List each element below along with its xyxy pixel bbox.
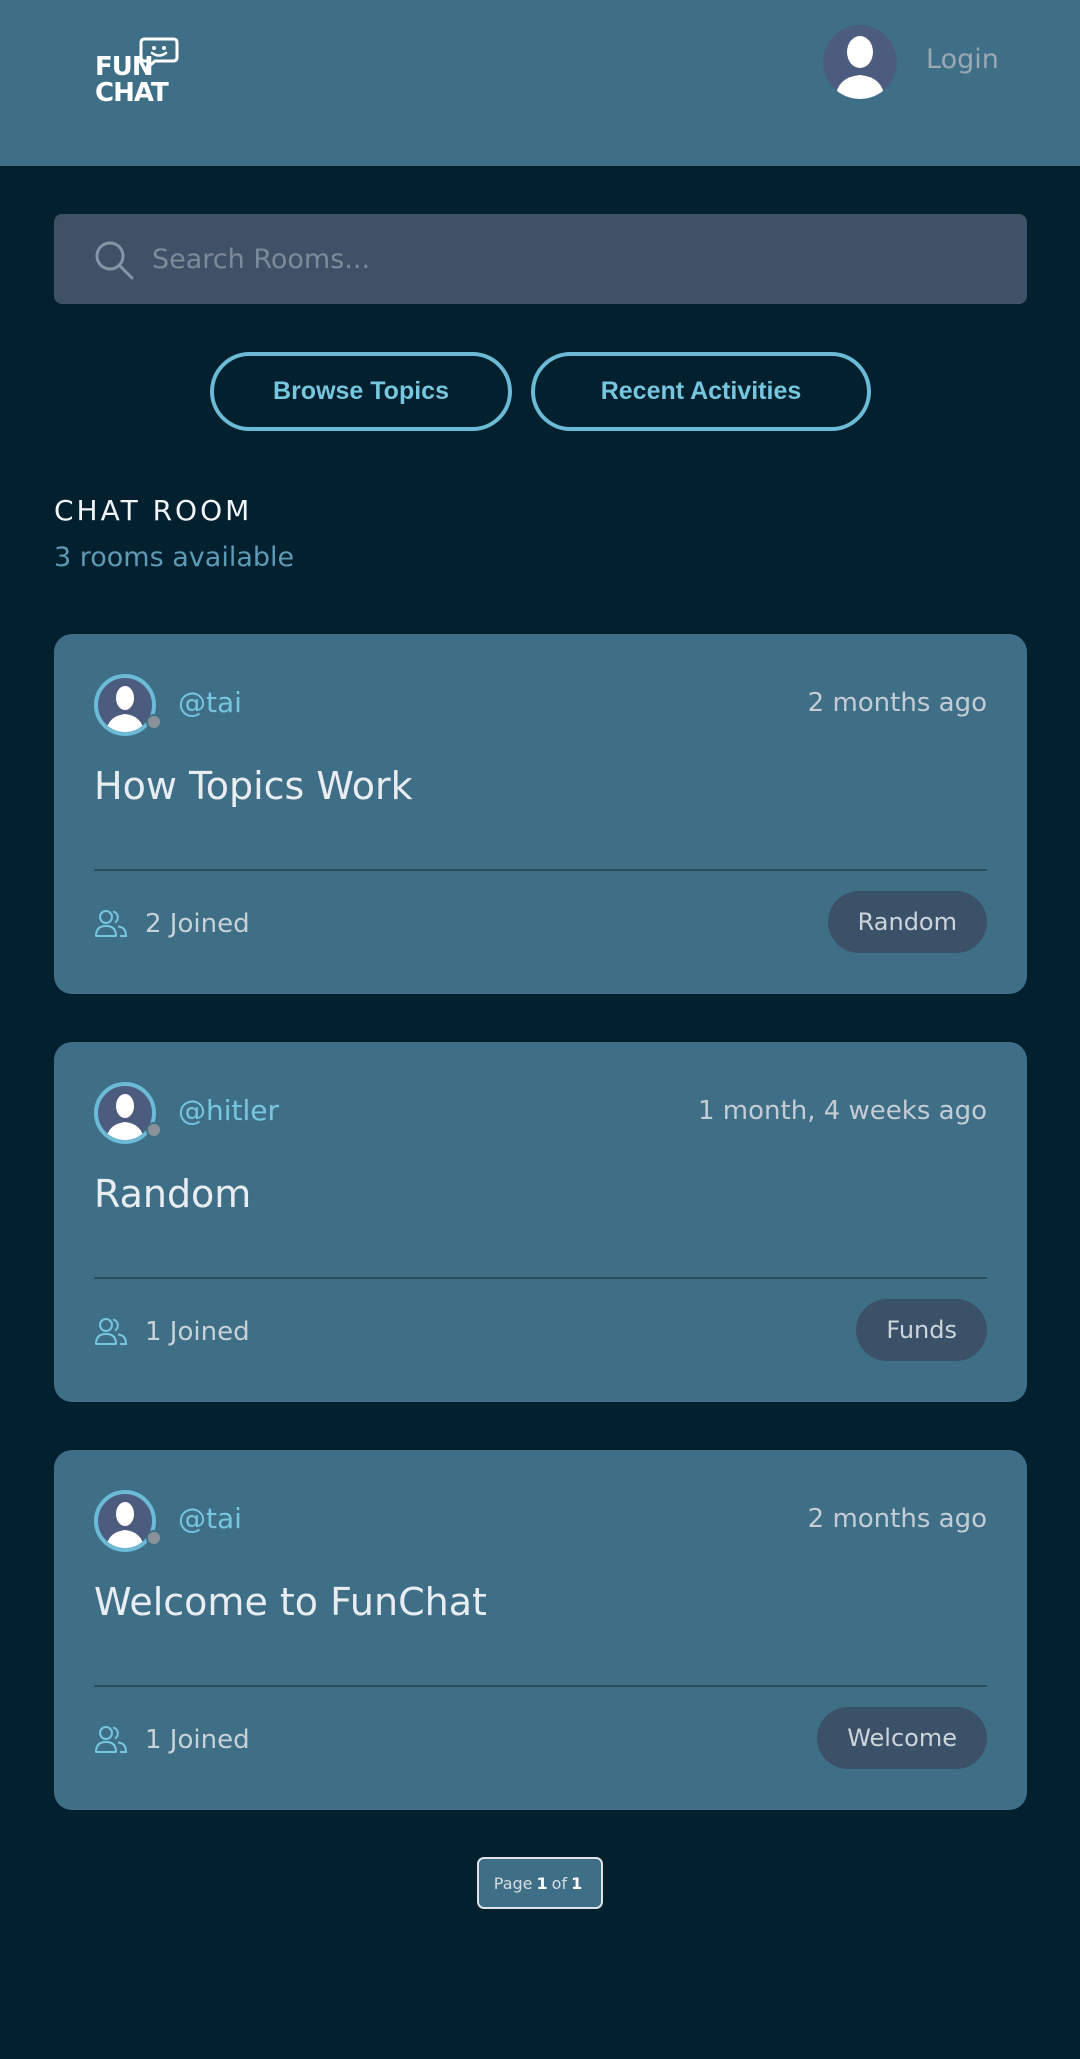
- chat-bubble-icon: [139, 37, 179, 72]
- person-silhouette-icon: [835, 36, 885, 99]
- login-link[interactable]: Login: [926, 44, 999, 75]
- browse-topics-button[interactable]: Browse Topics: [210, 352, 512, 431]
- status-dot-icon: [146, 1122, 162, 1138]
- status-dot-icon: [146, 1530, 162, 1546]
- logo-line-chat: CHAT: [95, 78, 169, 108]
- search-bar[interactable]: [54, 214, 1027, 304]
- topic-tag[interactable]: Welcome: [817, 1707, 987, 1769]
- room-title[interactable]: Random: [94, 1172, 251, 1216]
- user-avatar-icon[interactable]: [823, 25, 897, 99]
- pagination-current: 1: [536, 1873, 548, 1893]
- room-card[interactable]: @tai 2 months ago How Topics Work 2 Join…: [54, 634, 1027, 994]
- topic-tag[interactable]: Funds: [856, 1299, 987, 1361]
- room-timestamp: 2 months ago: [807, 1504, 987, 1534]
- person-silhouette-icon: [106, 1094, 144, 1140]
- pagination-prefix: Page: [493, 1873, 533, 1893]
- people-icon: [95, 1726, 128, 1753]
- pagination-total: 1: [571, 1873, 583, 1893]
- joined-count: 2 Joined: [145, 909, 250, 939]
- room-card[interactable]: @hitler 1 month, 4 weeks ago Random 1 Jo…: [54, 1042, 1027, 1402]
- recent-activities-button[interactable]: Recent Activities: [531, 352, 871, 431]
- host-username[interactable]: @tai: [178, 686, 242, 719]
- people-icon: [95, 910, 128, 937]
- card-divider: [94, 1277, 987, 1279]
- room-title[interactable]: Welcome to FunChat: [94, 1580, 487, 1624]
- room-timestamp: 1 month, 4 weeks ago: [698, 1096, 987, 1126]
- card-divider: [94, 1685, 987, 1687]
- top-header: FUN CHAT Login: [0, 0, 1080, 166]
- card-divider: [94, 869, 987, 871]
- room-title[interactable]: How Topics Work: [94, 764, 413, 808]
- joined-count: 1 Joined: [145, 1725, 250, 1755]
- room-card[interactable]: @tai 2 months ago Welcome to FunChat 1 J…: [54, 1450, 1027, 1810]
- funchat-logo[interactable]: FUN CHAT: [95, 36, 185, 120]
- rooms-count: 3 rooms available: [54, 542, 295, 573]
- person-silhouette-icon: [106, 686, 144, 732]
- host-username[interactable]: @hitler: [178, 1094, 279, 1127]
- status-dot-icon: [146, 714, 162, 730]
- person-silhouette-icon: [106, 1502, 144, 1548]
- pagination: Page 1 of 1: [477, 1857, 603, 1909]
- search-input[interactable]: [152, 214, 992, 304]
- section-title: CHAT ROOM: [54, 494, 253, 527]
- room-timestamp: 2 months ago: [807, 688, 987, 718]
- topic-tag[interactable]: Random: [827, 891, 987, 953]
- people-icon: [95, 1318, 128, 1345]
- host-username[interactable]: @tai: [178, 1502, 242, 1535]
- pagination-separator: of: [551, 1873, 568, 1893]
- joined-count: 1 Joined: [145, 1317, 250, 1347]
- search-icon: [95, 241, 134, 280]
